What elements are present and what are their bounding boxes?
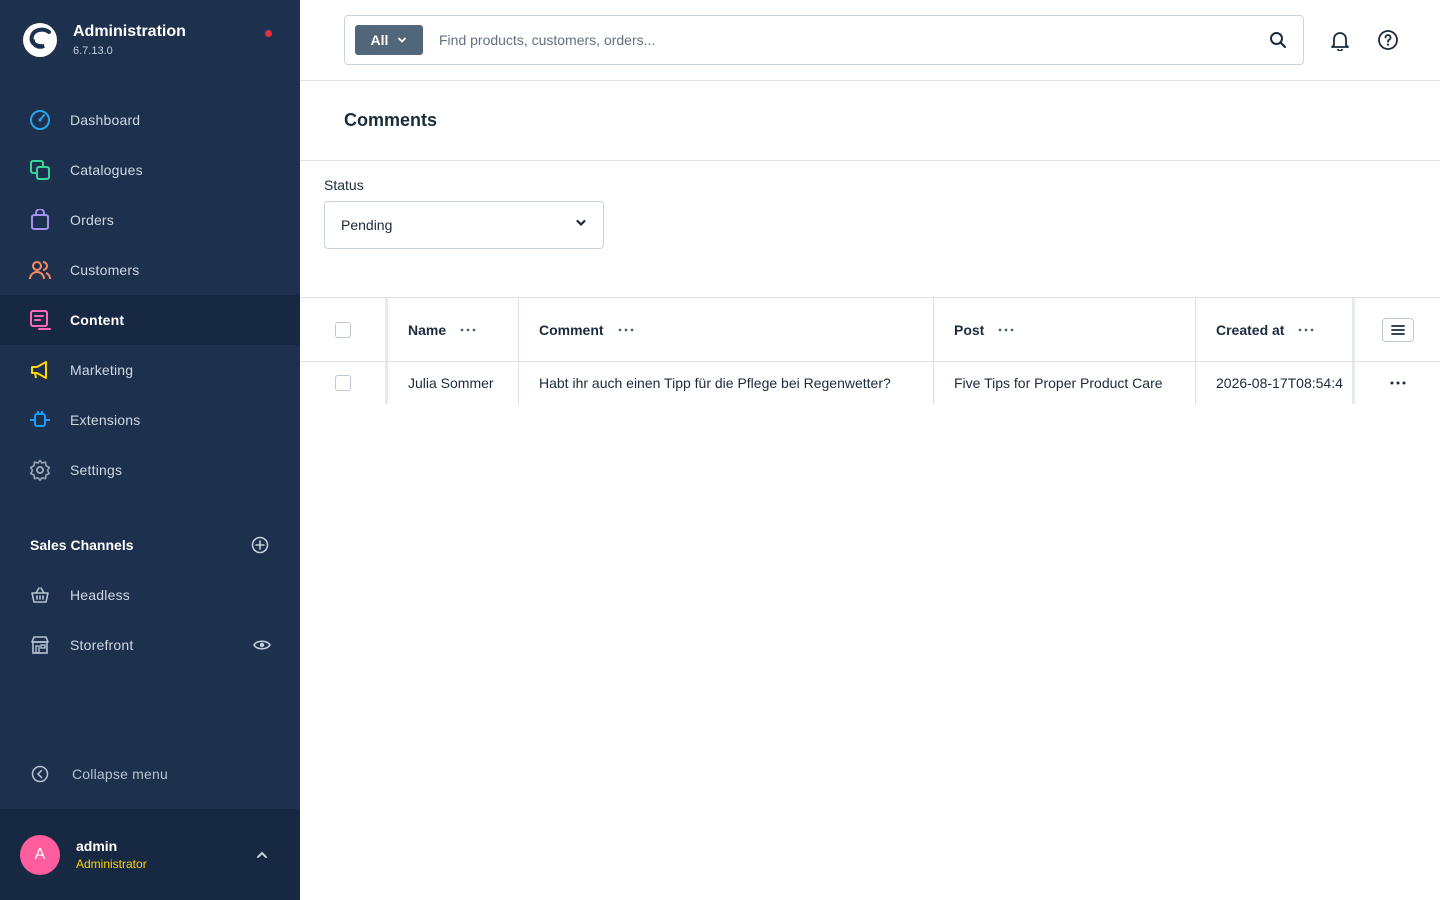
row-select-cell: [300, 362, 388, 404]
shopware-logo-icon: [23, 23, 57, 57]
nav-item-content[interactable]: Content: [0, 295, 300, 345]
sales-channels-list: Headless Storefront: [0, 570, 300, 670]
sales-channel-storefront[interactable]: Storefront: [0, 620, 300, 670]
nav-item-marketing[interactable]: Marketing: [0, 345, 300, 395]
main-nav: Dashboard Catalogues Orders Customers Co…: [0, 95, 300, 495]
list-icon: [1390, 324, 1405, 335]
row-select-checkbox[interactable]: [334, 375, 351, 391]
column-header-name[interactable]: Name: [388, 298, 519, 361]
column-header-label: Comment: [539, 321, 604, 338]
status-filter-label: Status: [324, 177, 364, 193]
column-header-comment[interactable]: Comment: [519, 298, 934, 361]
nav-label-marketing: Marketing: [70, 362, 134, 378]
search-type-label: All: [370, 32, 389, 48]
grid-settings-button[interactable]: [1381, 317, 1414, 342]
cell-created-at: 2026-08-17T08:54:4: [1216, 375, 1343, 391]
nav-item-settings[interactable]: Settings: [0, 445, 300, 495]
nav-item-extensions[interactable]: Extensions: [0, 395, 300, 445]
customers-icon: [28, 258, 52, 282]
column-header-post[interactable]: Post: [934, 298, 1196, 361]
column-header-label: Name: [408, 321, 447, 338]
cell-name: Julia Sommer: [388, 362, 519, 404]
nav-label-orders: Orders: [70, 212, 114, 228]
user-role: Administrator: [76, 857, 147, 871]
sales-channels-title: Sales Channels: [30, 537, 134, 553]
more-horizontal-icon[interactable]: [460, 322, 476, 338]
eye-icon[interactable]: [252, 635, 272, 655]
select-all-cell: [300, 298, 388, 361]
nav-item-catalogues[interactable]: Catalogues: [0, 145, 300, 195]
avatar: A: [20, 834, 60, 875]
nav-item-orders[interactable]: Orders: [0, 195, 300, 245]
nav-label-extensions: Extensions: [70, 412, 141, 428]
chevron-up-icon[interactable]: [252, 845, 272, 865]
more-horizontal-icon[interactable]: [618, 322, 634, 338]
topbar: All: [300, 0, 1440, 81]
cell-comment: Habt ihr auch einen Tipp für die Pflege …: [519, 362, 934, 404]
dashboard-icon: [28, 108, 52, 132]
status-filter-value: Pending: [341, 217, 393, 233]
marketing-icon: [28, 358, 52, 382]
brand-version: 6.7.13.0: [73, 45, 113, 57]
add-circle-icon[interactable]: [250, 535, 270, 555]
page-header: Comments: [300, 81, 1440, 161]
sales-channels-header: Sales Channels: [30, 535, 270, 555]
catalogues-icon: [28, 158, 52, 182]
nav-item-dashboard[interactable]: Dashboard: [0, 95, 300, 145]
row-actions-cell: [1352, 362, 1440, 404]
more-horizontal-icon[interactable]: [1298, 322, 1314, 338]
grid-header-row: Name Comment Post Created at: [300, 298, 1440, 362]
nav-label-dashboard: Dashboard: [70, 112, 141, 128]
content-icon: [28, 308, 52, 332]
orders-icon: [28, 208, 52, 232]
chevron-down-icon: [575, 216, 587, 234]
search-type-dropdown[interactable]: All: [355, 25, 423, 55]
collapse-menu-button[interactable]: Collapse menu: [28, 762, 168, 786]
nav-label-customers: Customers: [70, 262, 140, 278]
column-header-label: Created at: [1216, 321, 1285, 338]
notification-dot: [265, 30, 272, 37]
nav-label-content: Content: [70, 312, 125, 328]
brand: Administration 6.7.13.0: [22, 22, 186, 58]
column-header-label: Post: [954, 321, 985, 338]
user-bar[interactable]: A admin Administrator: [0, 809, 300, 900]
nav-label-settings: Settings: [70, 462, 123, 478]
sales-channel-label: Storefront: [70, 637, 134, 653]
extensions-icon: [28, 408, 52, 432]
search-input[interactable]: [439, 32, 1253, 48]
storefront-icon: [28, 633, 52, 657]
collapse-menu-label: Collapse menu: [72, 766, 168, 782]
chevron-down-icon: [397, 35, 407, 45]
sidebar: Administration 6.7.13.0 Dashboard Catalo…: [0, 0, 300, 900]
help-icon[interactable]: [1376, 28, 1400, 52]
global-search: All: [344, 15, 1304, 65]
page-title: Comments: [344, 110, 438, 130]
select-all-checkbox[interactable]: [334, 321, 351, 338]
nav-item-customers[interactable]: Customers: [0, 245, 300, 295]
more-horizontal-icon[interactable]: [998, 322, 1014, 338]
settings-icon: [28, 458, 52, 482]
search-icon[interactable]: [1253, 16, 1303, 64]
sales-channel-label: Headless: [70, 587, 130, 603]
grid-settings-cell: [1352, 298, 1440, 361]
basket-icon: [28, 583, 52, 607]
table-row[interactable]: Julia Sommer Habt ihr auch einen Tipp fü…: [300, 362, 1440, 404]
brand-title: Administration: [73, 23, 186, 40]
column-header-created-at[interactable]: Created at: [1196, 298, 1352, 361]
chevron-left-circle-icon: [28, 762, 52, 786]
more-horizontal-icon[interactable]: [1390, 375, 1406, 391]
sales-channel-headless[interactable]: Headless: [0, 570, 300, 620]
bell-icon[interactable]: [1328, 28, 1352, 52]
cell-post: Five Tips for Proper Product Care: [934, 362, 1196, 404]
nav-label-catalogues: Catalogues: [70, 162, 143, 178]
status-filter-select[interactable]: Pending: [324, 201, 604, 249]
user-name: admin: [76, 838, 118, 854]
comments-grid: Name Comment Post Created at Julia Somme…: [300, 297, 1440, 404]
